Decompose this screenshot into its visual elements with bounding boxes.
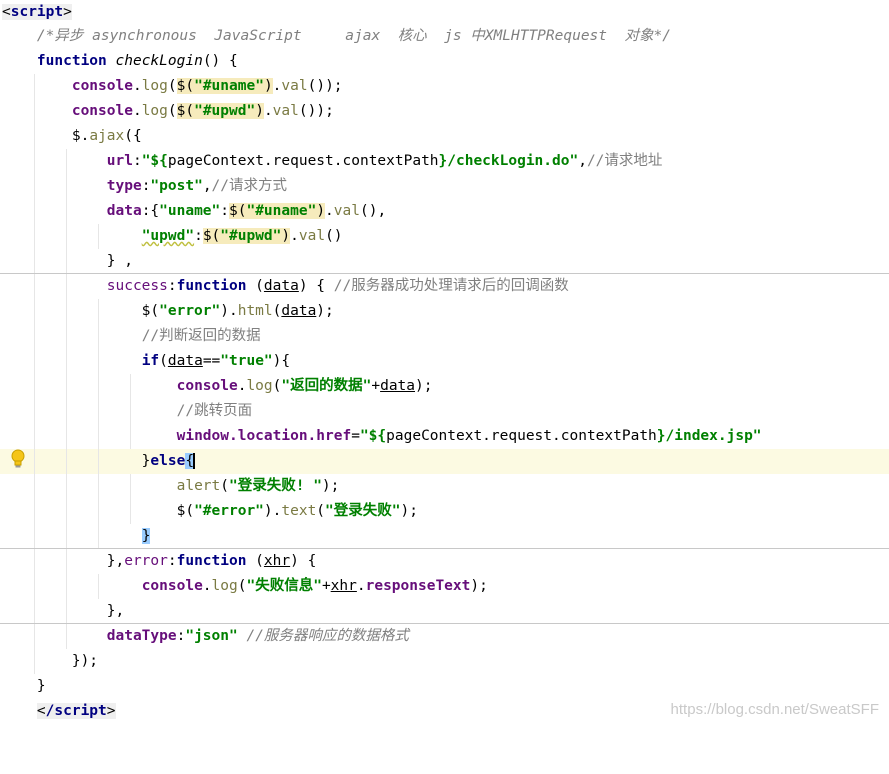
code-line[interactable]: data:{"uname":$("#uname").val(),: [0, 199, 889, 224]
function-name: checkLogin: [115, 53, 203, 69]
matched-brace: }: [141, 528, 151, 544]
script-open-tag: <script>: [2, 4, 72, 20]
code-line[interactable]: } ,: [0, 249, 889, 274]
code-line[interactable]: "upwd":$("#upwd").val(): [0, 224, 889, 249]
code-line[interactable]: console.log("失败信息"+xhr.responseText);: [0, 574, 889, 599]
script-close-tag: </script>: [36, 703, 116, 719]
code-line[interactable]: alert("登录失败! ");: [0, 474, 889, 499]
code-line[interactable]: window.location.href="${pageContext.requ…: [0, 424, 889, 449]
code-line[interactable]: $.ajax({: [0, 124, 889, 149]
code-line[interactable]: }: [0, 674, 889, 699]
code-line[interactable]: console.log("返回的数据"+data);: [0, 374, 889, 399]
code-line[interactable]: console.log($("#uname").val());: [0, 74, 889, 99]
code-line[interactable]: console.log($("#upwd").val());: [0, 99, 889, 124]
code-line[interactable]: });: [0, 649, 889, 674]
code-line[interactable]: type:"post",//请求方式: [0, 174, 889, 199]
code-line[interactable]: if(data=="true"){: [0, 349, 889, 374]
code-editor[interactable]: <script> /*异步 asynchronous JavaScript aj…: [0, 0, 889, 724]
code-line[interactable]: dataType:"json" //服务器响应的数据格式: [0, 624, 889, 649]
code-line[interactable]: /*异步 asynchronous JavaScript ajax 核心 js …: [0, 24, 889, 49]
code-line[interactable]: //判断返回的数据: [0, 324, 889, 349]
code-line[interactable]: },: [0, 599, 889, 624]
code-line[interactable]: success:function (data) { //服务器成功处理请求后的回…: [0, 274, 889, 299]
code-line[interactable]: },error:function (xhr) {: [0, 549, 889, 574]
code-line[interactable]: //跳转页面: [0, 399, 889, 424]
comment: /*异步 asynchronous JavaScript ajax 核心 js …: [36, 28, 671, 44]
lightbulb-icon[interactable]: [10, 449, 26, 469]
code-line[interactable]: url:"${pageContext.request.contextPath}/…: [0, 149, 889, 174]
watermark: https://blog.csdn.net/SweatSFF: [670, 701, 879, 718]
code-line[interactable]: }: [0, 524, 889, 549]
code-line[interactable]: $("#error").text("登录失败");: [0, 499, 889, 524]
code-line[interactable]: <script>: [0, 0, 889, 25]
code-line[interactable]: $("error").html(data);: [0, 299, 889, 324]
current-code-line[interactable]: }else{: [0, 449, 889, 474]
text-caret: [193, 453, 196, 469]
code-line[interactable]: function checkLogin() {: [0, 49, 889, 74]
